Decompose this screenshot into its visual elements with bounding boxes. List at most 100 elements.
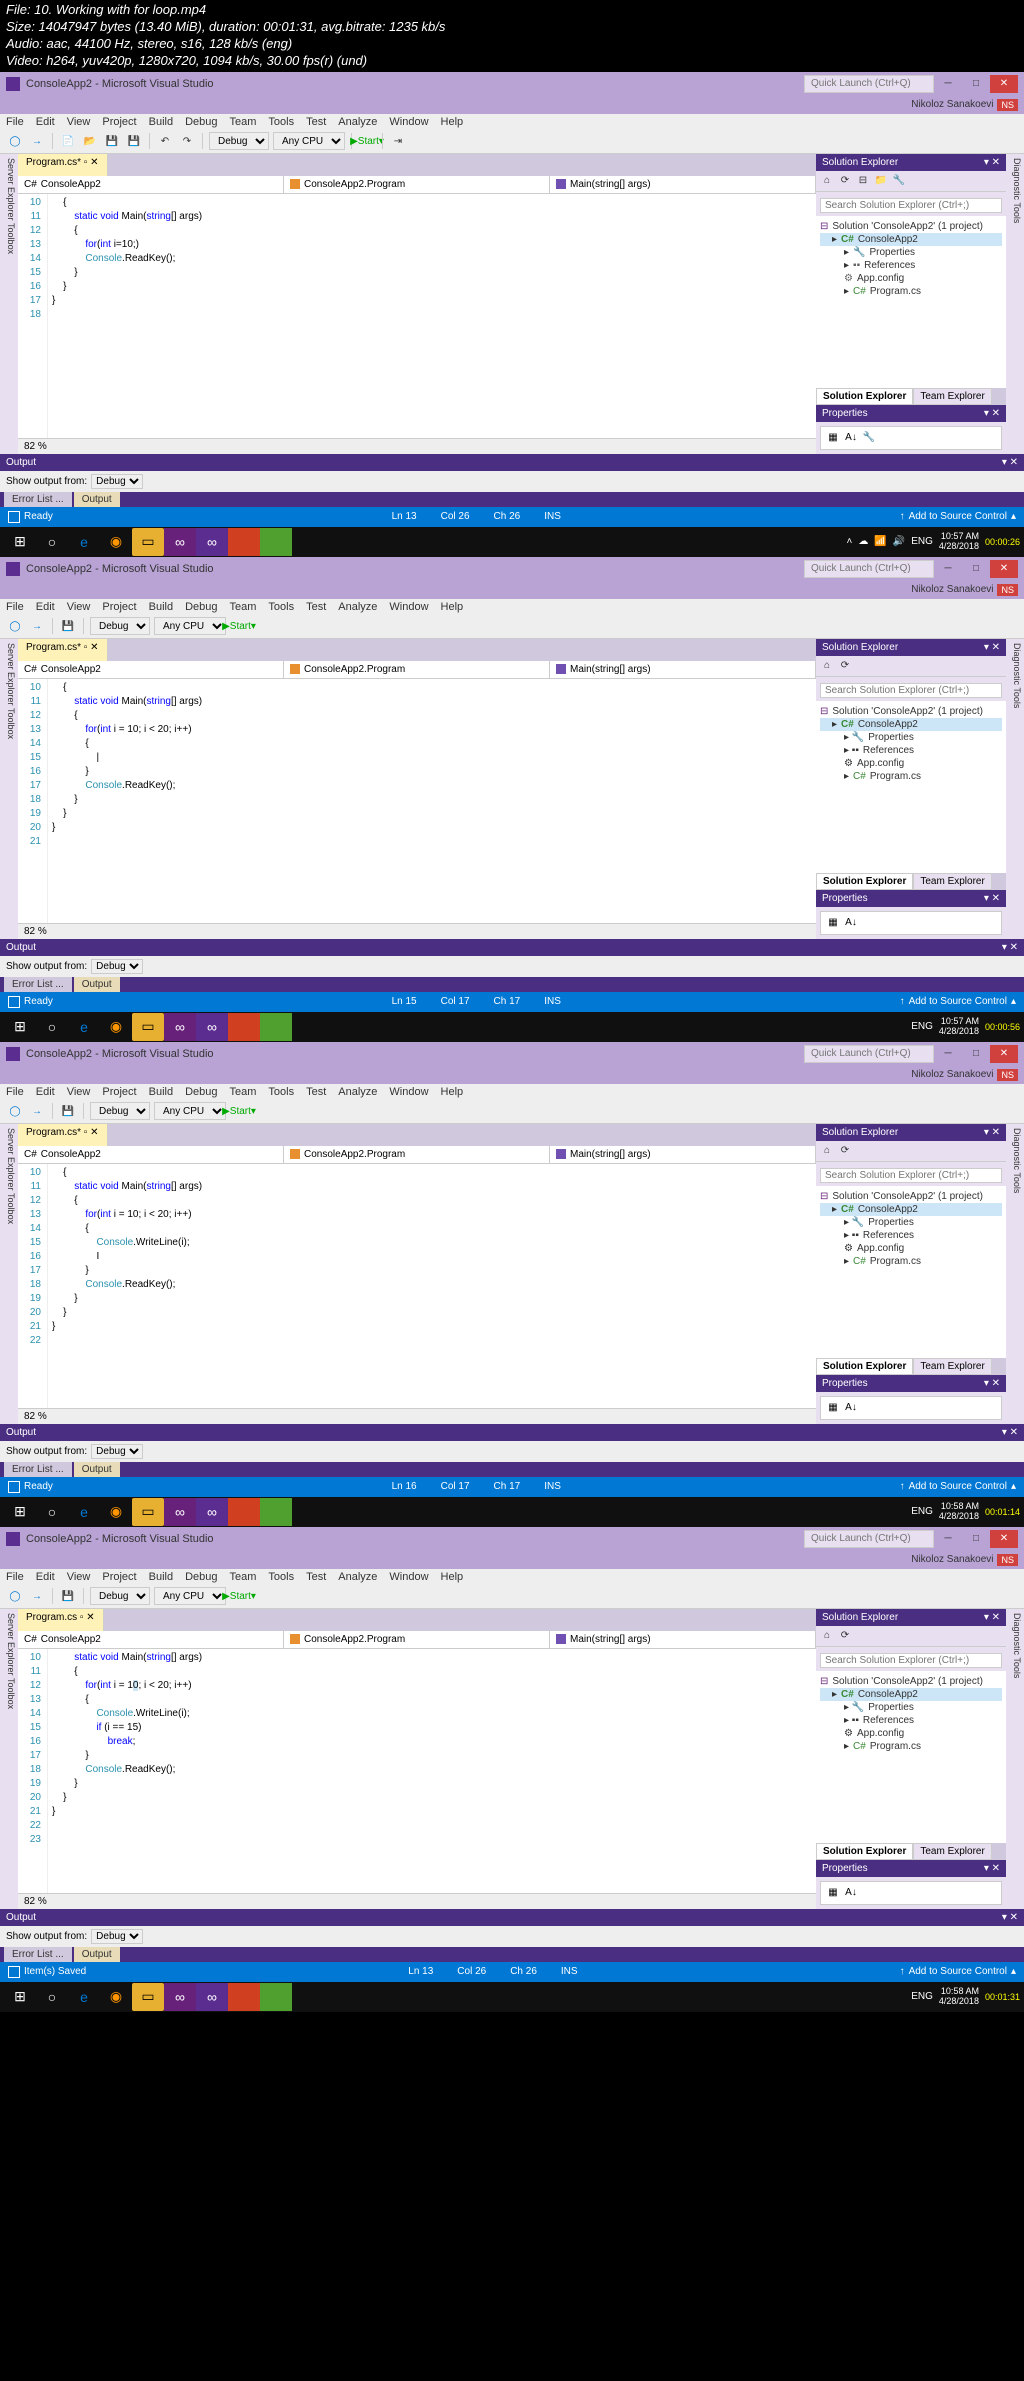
explorer-icon[interactable]: ▭	[132, 1983, 164, 2011]
clock[interactable]: 10:58 AM4/28/2018	[939, 1502, 979, 1522]
solution-explorer-header[interactable]: Solution Explorer▾ ✕	[816, 154, 1006, 171]
left-sidebar[interactable]: Server Explorer Toolbox	[0, 1124, 18, 1424]
redo-icon[interactable]: ↷	[178, 132, 196, 150]
user-name[interactable]: Nikoloz Sanakoevi	[911, 1554, 993, 1565]
menu-help[interactable]: Help	[441, 601, 464, 613]
start-menu-icon[interactable]: ⊞	[4, 1013, 36, 1041]
cat-icon[interactable]: ▦	[825, 1885, 841, 1901]
menu-test[interactable]: Test	[306, 116, 326, 128]
menu-help[interactable]: Help	[441, 1086, 464, 1098]
menu-tools[interactable]: Tools	[268, 1086, 294, 1098]
start-button[interactable]: ▶ Start ▾	[358, 132, 376, 150]
error-list-tab[interactable]: Error List ...	[4, 1947, 72, 1962]
right-sidebar[interactable]: Diagnostic Tools	[1006, 154, 1024, 454]
vs-icon[interactable]: ∞	[164, 1013, 196, 1041]
firefox-icon[interactable]: ◉	[100, 528, 132, 556]
right-sidebar[interactable]: Diagnostic Tools	[1006, 1124, 1024, 1424]
config-dropdown[interactable]: Debug	[90, 617, 150, 635]
props-icon[interactable]: 🔧	[892, 174, 906, 188]
menu-debug[interactable]: Debug	[185, 1086, 217, 1098]
properties-header[interactable]: Properties▾ ✕	[816, 1860, 1006, 1877]
refresh-icon[interactable]: ⟳	[838, 1629, 852, 1643]
collapse-icon[interactable]: ⊟	[856, 174, 870, 188]
class-dropdown[interactable]: ConsoleApp2.Program	[284, 1146, 550, 1163]
undo-icon[interactable]: ↶	[156, 132, 174, 150]
project-dropdown[interactable]: C#ConsoleApp2	[18, 1631, 284, 1648]
titlebar[interactable]: ConsoleApp2 - Microsoft Visual Studio ─ …	[0, 72, 1024, 96]
solution-search-input[interactable]	[820, 198, 1002, 213]
source-control-button[interactable]: ↑ Add to Source Control ▴	[900, 1966, 1016, 1977]
show-all-icon[interactable]: 📁	[874, 174, 888, 188]
menu-file[interactable]: File	[6, 116, 24, 128]
solution-search-input[interactable]	[820, 683, 1002, 698]
app-red-icon[interactable]	[228, 528, 260, 556]
platform-dropdown[interactable]: Any CPU	[154, 617, 226, 635]
cortana-icon[interactable]: ○	[36, 1498, 68, 1526]
appconfig-node[interactable]: ⚙App.config	[820, 1242, 1002, 1255]
output-source-dropdown[interactable]: Debug	[91, 1929, 143, 1944]
close-button[interactable]: ✕	[990, 75, 1018, 93]
menu-window[interactable]: Window	[389, 1086, 428, 1098]
nav-fwd-icon[interactable]: →	[28, 132, 46, 150]
open-icon[interactable]: 📂	[81, 132, 99, 150]
solution-search-input[interactable]	[820, 1168, 1002, 1183]
solution-tree[interactable]: ⊟Solution 'ConsoleApp2' (1 project) ▸ C#…	[816, 1671, 1006, 1843]
references-node[interactable]: ▸ ▪▪References	[820, 1229, 1002, 1242]
solution-explorer-tab[interactable]: Solution Explorer	[816, 1358, 913, 1375]
menu-build[interactable]: Build	[149, 601, 173, 613]
code-editor[interactable]: 101112131415161718 { static void Main(st…	[18, 194, 816, 438]
menu-edit[interactable]: Edit	[36, 601, 55, 613]
class-dropdown[interactable]: ConsoleApp2.Program	[284, 176, 550, 193]
save-icon[interactable]: 💾	[59, 1587, 77, 1605]
app-red-icon[interactable]	[228, 1013, 260, 1041]
solution-explorer-header[interactable]: Solution Explorer▾ ✕	[816, 639, 1006, 656]
method-dropdown[interactable]: Main(string[] args)	[550, 1146, 816, 1163]
new-icon[interactable]: 📄	[59, 132, 77, 150]
lang-indicator[interactable]: ENG	[911, 536, 933, 547]
firefox-icon[interactable]: ◉	[100, 1498, 132, 1526]
solution-search-input[interactable]	[820, 1653, 1002, 1668]
menu-debug[interactable]: Debug	[185, 1571, 217, 1583]
output-source-dropdown[interactable]: Debug	[91, 1444, 143, 1459]
programcs-node[interactable]: ▸ C#Program.cs	[820, 770, 1002, 783]
zoom-level[interactable]: 82 %	[18, 438, 816, 454]
clock[interactable]: 10:57 AM4/28/2018	[939, 532, 979, 552]
project-dropdown[interactable]: C#ConsoleApp2	[18, 176, 284, 193]
tab-program-cs[interactable]: Program.cs* ▫ ✕	[18, 1124, 108, 1146]
save-icon[interactable]: 💾	[59, 1102, 77, 1120]
project-node[interactable]: ▸ C#ConsoleApp2	[820, 1203, 1002, 1216]
right-sidebar[interactable]: Diagnostic Tools	[1006, 1609, 1024, 1909]
firefox-icon[interactable]: ◉	[100, 1983, 132, 2011]
nav-fwd-icon[interactable]: →	[28, 1102, 46, 1120]
nav-fwd-icon[interactable]: →	[28, 617, 46, 635]
user-name[interactable]: Nikoloz Sanakoevi	[911, 1069, 993, 1080]
cat-icon[interactable]: ▦	[825, 430, 841, 446]
menu-build[interactable]: Build	[149, 1086, 173, 1098]
solution-node[interactable]: ⊟Solution 'ConsoleApp2' (1 project)	[820, 1675, 1002, 1688]
menu-file[interactable]: File	[6, 601, 24, 613]
user-badge[interactable]: NS	[997, 1554, 1018, 1566]
properties-node[interactable]: ▸ 🔧Properties	[820, 731, 1002, 744]
edge-icon[interactable]: e	[68, 1983, 100, 2011]
cat-icon[interactable]: ▦	[825, 915, 841, 931]
output-header[interactable]: Output▾ ✕	[0, 454, 1024, 471]
solution-explorer-tab[interactable]: Solution Explorer	[816, 1843, 913, 1860]
titlebar[interactable]: ConsoleApp2 - Microsoft Visual Studio ─ …	[0, 557, 1024, 581]
sync-icon[interactable]: ☁	[858, 536, 868, 547]
minimize-button[interactable]: ─	[934, 75, 962, 93]
maximize-button[interactable]: □	[962, 560, 990, 578]
code-text[interactable]: { static void Main(string[] args) { for(…	[48, 194, 816, 438]
project-dropdown[interactable]: C#ConsoleApp2	[18, 1146, 284, 1163]
user-badge[interactable]: NS	[997, 1069, 1018, 1081]
programcs-node[interactable]: ▸ C#Program.cs	[820, 1740, 1002, 1753]
save-all-icon[interactable]: 💾	[125, 132, 143, 150]
zoom-level[interactable]: 82 %	[18, 1408, 816, 1424]
lang-indicator[interactable]: ENG	[911, 1021, 933, 1032]
zoom-level[interactable]: 82 %	[18, 1893, 816, 1909]
cortana-icon[interactable]: ○	[36, 1983, 68, 2011]
tab-program-cs[interactable]: Program.cs ▫ ✕	[18, 1609, 104, 1631]
app-green-icon[interactable]	[260, 1013, 292, 1041]
clock[interactable]: 10:57 AM4/28/2018	[939, 1017, 979, 1037]
app-green-icon[interactable]	[260, 528, 292, 556]
menu-build[interactable]: Build	[149, 116, 173, 128]
